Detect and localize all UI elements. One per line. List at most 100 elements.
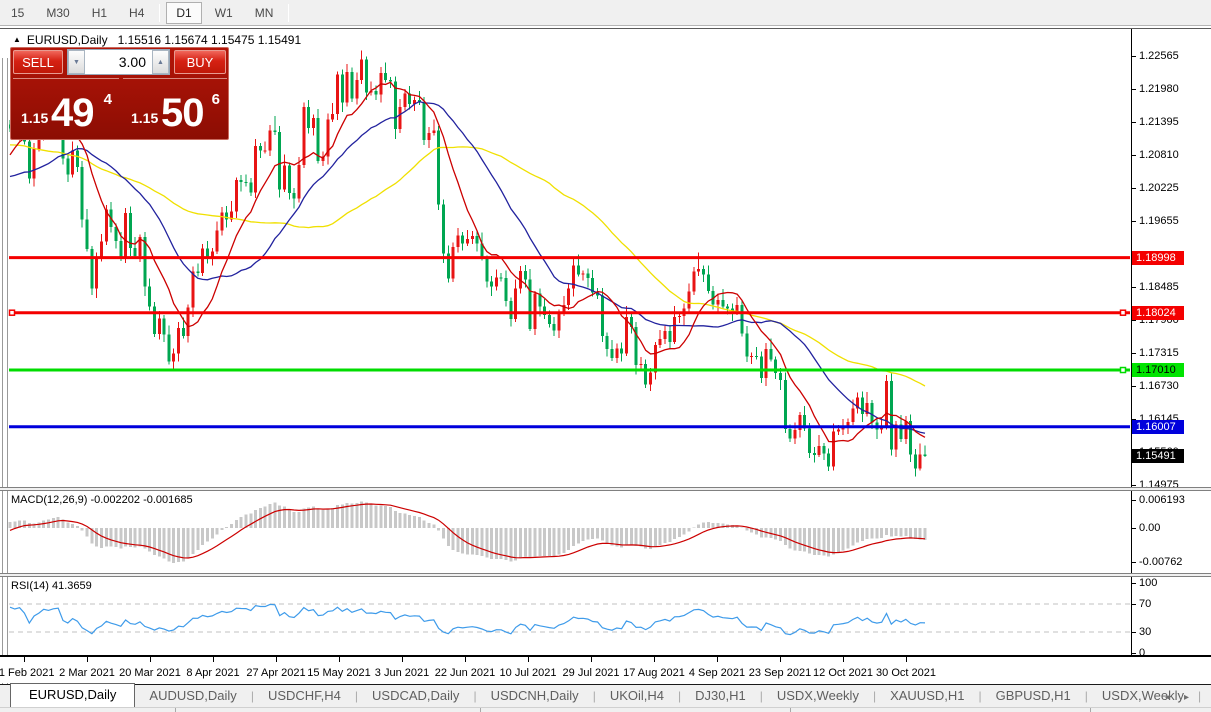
rsi-axis-label: 70 bbox=[1139, 598, 1151, 610]
rsi-axis-label: 100 bbox=[1139, 577, 1157, 589]
chart-tab-dj30-h1[interactable]: DJ30,H1 bbox=[681, 685, 760, 707]
axis-tick-mark bbox=[1131, 221, 1136, 222]
sell-button[interactable]: SELL bbox=[13, 50, 63, 74]
date-label: 22 Jun 2021 bbox=[435, 667, 496, 679]
ask-price-pipette: 6 bbox=[212, 91, 220, 108]
tab-scroll-arrows[interactable]: ◂▸ bbox=[1165, 692, 1203, 703]
macd-axis-label: 0.00 bbox=[1139, 522, 1160, 534]
date-tick-mark bbox=[528, 657, 529, 662]
chart-tab-gbpusd-h1[interactable]: GBPUSD,H1 bbox=[982, 685, 1085, 707]
date-label: 4 Sep 2021 bbox=[689, 667, 745, 679]
date-label: 10 Jul 2021 bbox=[500, 667, 557, 679]
axis-tick-label: 1.16730 bbox=[1139, 380, 1179, 392]
axis-tick-label: 1.20225 bbox=[1139, 182, 1179, 194]
toolbar-separator bbox=[159, 4, 160, 22]
axis-tick-mark bbox=[1131, 155, 1136, 156]
axis-tick-mark bbox=[1131, 89, 1136, 90]
chart-ohlc-values: 1.15516 1.15674 1.15475 1.15491 bbox=[118, 33, 302, 47]
axis-tick-mark bbox=[1131, 353, 1136, 354]
status-strip-separator bbox=[1090, 708, 1091, 712]
date-label: 27 Apr 2021 bbox=[246, 667, 305, 679]
chart-tab-audusd-daily[interactable]: AUDUSD,Daily bbox=[135, 685, 250, 707]
chart-tab-usdchf-h4[interactable]: USDCHF,H4 bbox=[254, 685, 355, 707]
status-strip-separator bbox=[790, 708, 791, 712]
timeframe-button-w1[interactable]: W1 bbox=[206, 3, 242, 23]
date-label: 11 Feb 2021 bbox=[0, 667, 54, 679]
ask-price[interactable]: 1.15 50 6 bbox=[123, 78, 227, 138]
axis-tick-label: 1.21395 bbox=[1139, 116, 1179, 128]
chart-header: ▲ EURUSD,Daily 1.15516 1.15674 1.15475 1.1… bbox=[13, 33, 301, 47]
axis-tick-mark bbox=[1131, 632, 1136, 633]
volume-increase-button[interactable]: ▲ bbox=[152, 50, 169, 74]
rsi-axis-label: 30 bbox=[1139, 626, 1151, 638]
date-label: 12 Oct 2021 bbox=[813, 667, 873, 679]
date-tick-mark bbox=[780, 657, 781, 662]
axis-tick-mark bbox=[1131, 500, 1136, 501]
macd-axis-label: 0.006193 bbox=[1139, 494, 1185, 506]
status-strip-separator bbox=[175, 708, 176, 712]
timeframe-button-d1[interactable]: D1 bbox=[166, 2, 201, 24]
date-tick-mark bbox=[402, 657, 403, 662]
ask-price-main: 50 bbox=[161, 91, 204, 136]
price-level-badge: 1.16007 bbox=[1132, 420, 1184, 434]
rsi-panel-splitter[interactable] bbox=[0, 573, 1211, 577]
one-click-trade-panel: SELL ▼ 3.00 ▲ BUY 1.15 49 4 1.15 50 6 bbox=[10, 47, 229, 140]
timeframe-button-15[interactable]: 15 bbox=[2, 3, 33, 23]
date-tick-mark bbox=[24, 657, 25, 662]
date-tick-mark bbox=[150, 657, 151, 662]
date-tick-mark bbox=[591, 657, 592, 662]
collapse-triangle-icon[interactable]: ▲ bbox=[13, 35, 21, 44]
axis-tick-mark bbox=[1131, 604, 1136, 605]
date-tick-mark bbox=[87, 657, 88, 662]
date-tick-mark bbox=[339, 657, 340, 662]
chart-tab-eurusd-daily[interactable]: EURUSD,Daily bbox=[10, 683, 135, 707]
date-label: 20 Mar 2021 bbox=[119, 667, 181, 679]
date-label: 23 Sep 2021 bbox=[749, 667, 811, 679]
timeframe-button-h4[interactable]: H4 bbox=[120, 3, 153, 23]
status-strip bbox=[0, 707, 1211, 712]
date-tick-mark bbox=[213, 657, 214, 662]
axis-tick-label: 1.18485 bbox=[1139, 281, 1179, 293]
date-tick-mark bbox=[276, 657, 277, 662]
chart-window-left-border bbox=[0, 58, 8, 712]
chart-tab-ukoil-h4[interactable]: UKOil,H4 bbox=[596, 685, 678, 707]
axis-tick-mark bbox=[1131, 653, 1136, 654]
axis-tick-mark bbox=[1131, 562, 1136, 563]
chart-tab-usdcad-daily[interactable]: USDCAD,Daily bbox=[358, 685, 473, 707]
chart-area[interactable]: 1.225651.219801.213951.208101.202251.196… bbox=[0, 29, 1211, 683]
axis-tick-mark bbox=[1131, 56, 1136, 57]
date-label: 15 May 2021 bbox=[307, 667, 371, 679]
axis-tick-label: 1.17315 bbox=[1139, 347, 1179, 359]
timeframe-button-m30[interactable]: M30 bbox=[37, 3, 78, 23]
date-label: 29 Jul 2021 bbox=[563, 667, 620, 679]
volume-input[interactable]: 3.00 bbox=[85, 50, 152, 74]
trading-platform-window: 15M30H1H4 D1W1MN 1.225651.219801.213951.2… bbox=[0, 0, 1211, 712]
axis-tick-mark bbox=[1131, 528, 1136, 529]
bid-price-main: 49 bbox=[51, 91, 94, 136]
chart-tab-usdcnh-daily[interactable]: USDCNH,Daily bbox=[477, 685, 593, 707]
date-label: 30 Oct 2021 bbox=[876, 667, 936, 679]
date-label: 2 Mar 2021 bbox=[59, 667, 115, 679]
price-level-badge: 1.17010 bbox=[1132, 363, 1184, 377]
chart-tab-xauusd-h1[interactable]: XAUUSD,H1 bbox=[876, 685, 978, 707]
date-tick-mark bbox=[906, 657, 907, 662]
macd-axis-label: -0.00762 bbox=[1139, 556, 1182, 568]
chart-symbol-label: EURUSD,Daily bbox=[27, 33, 108, 47]
volume-decrease-button[interactable]: ▼ bbox=[68, 50, 85, 74]
axis-tick-label: 1.19655 bbox=[1139, 215, 1179, 227]
ask-price-prefix: 1.15 bbox=[131, 110, 158, 126]
timeframe-button-h1[interactable]: H1 bbox=[83, 3, 116, 23]
bid-price[interactable]: 1.15 49 4 bbox=[13, 78, 119, 138]
axis-tick-mark bbox=[1131, 287, 1136, 288]
price-level-badge: 1.18998 bbox=[1132, 251, 1184, 265]
date-axis: 11 Feb 20212 Mar 202120 Mar 20218 Apr 20… bbox=[0, 657, 1211, 683]
macd-panel-splitter[interactable] bbox=[0, 487, 1211, 491]
bid-price-pipette: 4 bbox=[104, 91, 112, 108]
buy-button[interactable]: BUY bbox=[174, 50, 226, 74]
date-label: 17 Aug 2021 bbox=[623, 667, 685, 679]
timeframe-button-mn[interactable]: MN bbox=[246, 3, 283, 23]
chart-tab-usdx-weekly[interactable]: USDX,Weekly bbox=[763, 685, 873, 707]
axis-tick-mark bbox=[1131, 320, 1136, 321]
date-label: 3 Jun 2021 bbox=[375, 667, 429, 679]
price-level-badge: 1.15491 bbox=[1132, 449, 1184, 463]
